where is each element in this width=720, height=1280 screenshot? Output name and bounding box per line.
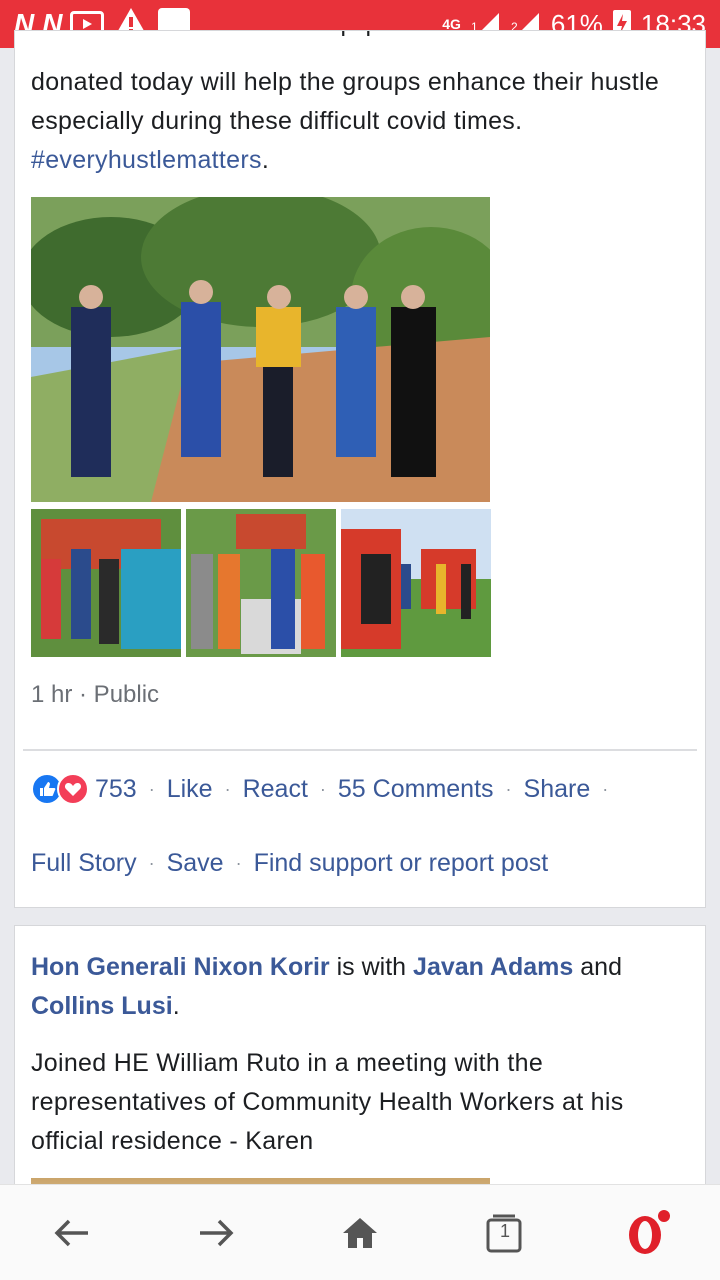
post-photo-thumb[interactable] (186, 509, 336, 657)
post-photo-main[interactable] (31, 197, 490, 502)
post-card: Hon Generali Nixon Korir is with Javan A… (14, 925, 706, 1215)
tabs-count: 1 (499, 1220, 510, 1241)
like-button[interactable]: Like (167, 775, 213, 804)
post-actions: 753 · Like · React · 55 Comments · Share… (31, 773, 620, 805)
post-photo-thumb[interactable] (341, 509, 491, 657)
tabs-icon[interactable]: 1 (474, 1203, 534, 1263)
post-body: donated today will help the groups enhan… (31, 68, 660, 135)
post-photo-thumb[interactable] (31, 509, 181, 657)
author-link[interactable]: Hon Generali Nixon Korir (31, 953, 330, 981)
post-card: Kibra constituencies. The equipment and … (14, 30, 706, 908)
opera-icon[interactable] (618, 1203, 678, 1263)
report-post-link[interactable]: Find support or report post (254, 849, 549, 878)
post-body: Joined HE William Ruto in a meeting with… (31, 1049, 624, 1155)
love-reaction-icon (57, 773, 89, 805)
reaction-count[interactable]: 753 (95, 775, 137, 804)
post-text-clipped: Kibra constituencies. The equipment and … (31, 31, 550, 38)
save-button[interactable]: Save (167, 849, 224, 878)
comments-link[interactable]: 55 Comments (338, 775, 494, 804)
period: . (172, 992, 180, 1020)
share-button[interactable]: Share (524, 775, 591, 804)
post-actions-secondary: Full Story · Save · Find support or repo… (31, 849, 549, 878)
hashtag-link[interactable]: #everyhustlematters (31, 146, 262, 174)
divider (23, 749, 697, 751)
and-text: and (580, 953, 622, 981)
post-header: Hon Generali Nixon Korir is with Javan A… (31, 948, 691, 1026)
back-arrow-icon[interactable] (42, 1203, 102, 1263)
browser-bottom-bar: 1 (0, 1184, 720, 1280)
post-meta: 1 hr · Public (31, 681, 160, 708)
react-button[interactable]: React (243, 775, 308, 804)
with-text: is with (336, 953, 407, 981)
network-type: 4G (442, 16, 461, 32)
tagged-user-link[interactable]: Javan Adams (413, 953, 573, 981)
home-icon[interactable] (330, 1203, 390, 1263)
full-story-link[interactable]: Full Story (31, 849, 137, 878)
reaction-icons[interactable] (31, 773, 89, 805)
post-text: donated today will help the groups enhan… (31, 63, 691, 180)
tagged-user-link[interactable]: Collins Lusi (31, 992, 173, 1020)
hashtag-suffix: . (261, 146, 270, 174)
forward-arrow-icon[interactable] (186, 1203, 246, 1263)
